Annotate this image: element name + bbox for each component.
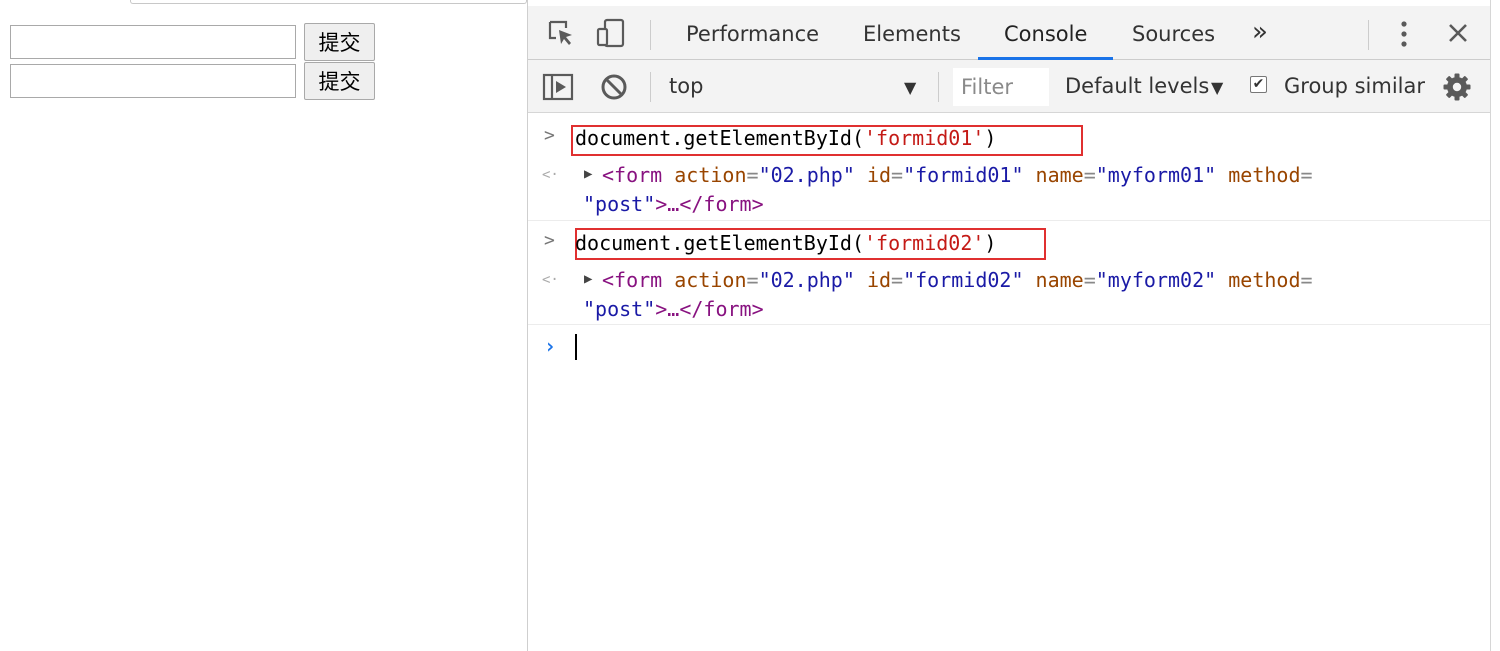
result-arrow-icon: <·	[542, 272, 559, 288]
entry-divider	[528, 220, 1490, 221]
text-input-2[interactable]	[10, 64, 296, 98]
tab-performance[interactable]: Performance	[686, 6, 819, 59]
kebab-menu-icon[interactable]	[1394, 19, 1414, 53]
context-selector[interactable]: top	[669, 74, 703, 98]
tab-separator	[650, 20, 651, 50]
console-toolbar: top ▼ Default levels ▼ ✔ Group similar	[528, 60, 1490, 113]
console-command: document.getElementById('formid02')	[575, 231, 997, 255]
sidebar-toggle-icon[interactable]	[542, 72, 574, 106]
console-command: document.getElementById('formid01')	[575, 126, 997, 150]
dropdown-arrow-icon[interactable]: ▼	[904, 78, 916, 97]
input-chevron-icon: >	[544, 230, 555, 251]
console-result-cont: "post">…</form>	[583, 297, 764, 321]
toolbar-separator	[938, 72, 939, 102]
close-icon[interactable]	[1446, 21, 1470, 49]
input-chevron-icon: >	[544, 125, 555, 146]
tab-elements[interactable]: Elements	[863, 6, 961, 59]
clear-console-icon[interactable]	[600, 73, 628, 105]
more-tabs-icon[interactable]: »	[1252, 6, 1268, 59]
console-input-caret[interactable]	[575, 334, 577, 360]
window-edge	[1490, 0, 1491, 651]
result-arrow-icon: <·	[542, 167, 559, 183]
devtools-panel: Performance Elements Console Sources » t…	[528, 0, 1490, 651]
console-result-cont: "post">…</form>	[583, 192, 764, 216]
text-input-1[interactable]	[10, 25, 296, 59]
checkbox-icon[interactable]: ✔	[1250, 76, 1267, 93]
entry-divider	[528, 324, 1490, 325]
log-levels-dropdown[interactable]: Default levels	[1065, 74, 1209, 98]
filter-input[interactable]	[953, 68, 1049, 106]
expand-triangle-icon[interactable]: ▶	[584, 271, 592, 287]
web-page: 提交 提交	[0, 0, 528, 651]
form-row-1: 提交	[10, 23, 375, 61]
devtools-tab-bar: Performance Elements Console Sources »	[528, 6, 1490, 60]
form-row-2: 提交	[10, 62, 375, 100]
device-toolbar-icon[interactable]	[596, 18, 628, 52]
submit-button-2[interactable]: 提交	[304, 62, 375, 100]
submit-button-1[interactable]: 提交	[304, 23, 375, 61]
tab-console[interactable]: Console	[977, 6, 1114, 60]
dropdown-arrow-icon[interactable]: ▼	[1211, 78, 1223, 97]
console-result[interactable]: <form action="02.php" id="formid01" name…	[602, 163, 1313, 187]
gear-icon[interactable]	[1442, 72, 1472, 106]
toolbar-separator	[650, 72, 651, 102]
tab-separator	[1368, 20, 1369, 50]
console-prompt-icon: ›	[544, 334, 557, 358]
inspect-element-icon[interactable]	[546, 18, 576, 52]
tab-sources[interactable]: Sources	[1132, 6, 1215, 59]
group-similar-label[interactable]: Group similar	[1284, 74, 1425, 98]
expand-triangle-icon[interactable]: ▶	[584, 166, 592, 182]
console-result[interactable]: <form action="02.php" id="formid02" name…	[602, 268, 1313, 292]
